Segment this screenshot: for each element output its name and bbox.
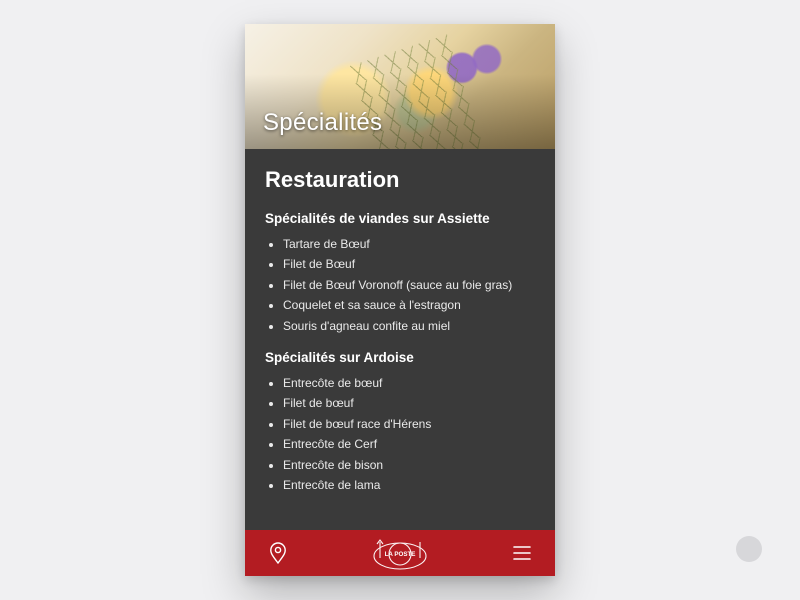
menu-section: Spécialités sur Ardoise Entrecôte de bœu… (265, 350, 535, 495)
hamburger-icon (513, 546, 531, 560)
list-item: Coquelet et sa sauce à l'estragon (283, 295, 535, 315)
brand-logo[interactable]: LA POSTE (360, 532, 440, 572)
brand-logo-text: LA POSTE (385, 551, 416, 558)
section-title: Spécialités de viandes sur Assiette (265, 211, 535, 226)
floating-dot[interactable] (736, 536, 762, 562)
list-item: Tartare de Bœuf (283, 234, 535, 254)
menu-section: Spécialités de viandes sur Assiette Tart… (265, 211, 535, 336)
list-item: Entrecôte de lama (283, 475, 535, 495)
content-area: Restauration Spécialités de viandes sur … (245, 149, 555, 530)
page-heading: Restauration (265, 167, 535, 193)
menu-button[interactable] (505, 536, 539, 570)
section-title: Spécialités sur Ardoise (265, 350, 535, 365)
bottom-bar: LA POSTE (245, 530, 555, 576)
phone-frame: Spécialités Restauration Spécialités de … (245, 24, 555, 576)
list-item: Entrecôte de Cerf (283, 434, 535, 454)
list-item: Filet de bœuf (283, 393, 535, 413)
section-list: Tartare de Bœuf Filet de Bœuf Filet de B… (265, 234, 535, 336)
list-item: Filet de Bœuf (283, 254, 535, 274)
list-item: Filet de Bœuf Voronoff (sauce au foie gr… (283, 275, 535, 295)
hero-title: Spécialités (263, 109, 382, 137)
map-pin-icon (269, 542, 287, 564)
list-item: Souris d'agneau confite au miel (283, 316, 535, 336)
list-item: Entrecôte de bœuf (283, 373, 535, 393)
map-pin-button[interactable] (261, 536, 295, 570)
hero-image: Spécialités (245, 24, 555, 149)
section-list: Entrecôte de bœuf Filet de bœuf Filet de… (265, 373, 535, 495)
list-item: Filet de bœuf race d'Hérens (283, 414, 535, 434)
list-item: Entrecôte de bison (283, 455, 535, 475)
